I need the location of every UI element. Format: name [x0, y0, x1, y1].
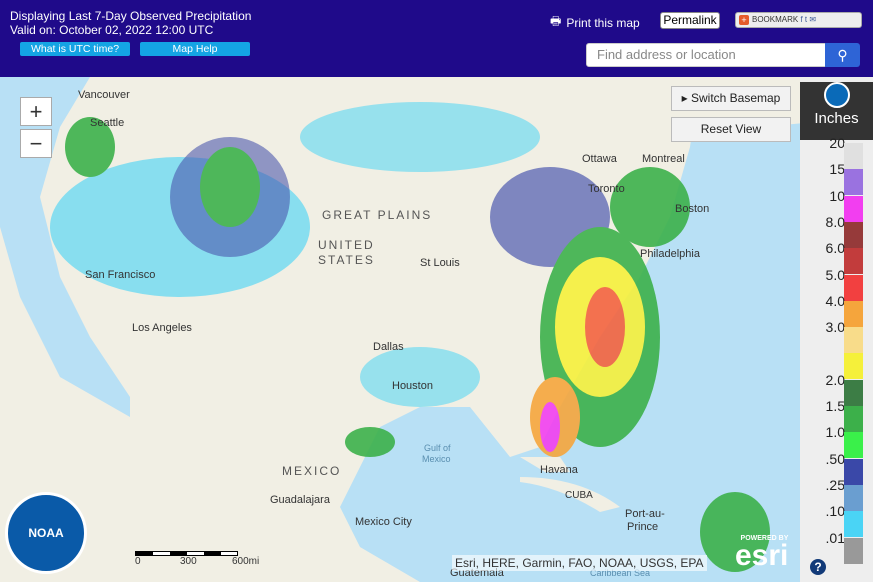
legend-label: 10: [829, 187, 845, 204]
map-help-button[interactable]: Map Help: [140, 42, 250, 56]
legend-label: 5.0: [825, 266, 845, 283]
search-icon[interactable]: ⚲: [825, 43, 860, 67]
map-label: Philadelphia: [640, 248, 700, 260]
legend-swatch: [844, 353, 863, 380]
map-label: CUBA: [565, 490, 593, 501]
map-label: Prince: [627, 521, 659, 533]
legend-swatch: [844, 484, 863, 511]
legend-swatch: [844, 432, 863, 459]
map-label: Montreal: [642, 153, 685, 165]
printer-icon: 🖶: [550, 14, 562, 28]
legend-swatch: [844, 143, 863, 169]
map-label: GREAT PLAINS: [322, 208, 433, 222]
valid-time: Valid on: October 02, 2022 12:00 UTC: [10, 23, 214, 37]
legend-swatch: [844, 379, 863, 406]
map-label: Havana: [540, 464, 578, 476]
map-label: STATES: [318, 253, 375, 267]
legend-swatch: [844, 221, 863, 248]
legend-label: 6.0: [825, 240, 845, 257]
legend-swatch: [844, 537, 863, 564]
map-label: St Louis: [420, 257, 460, 269]
legend-label: 8.0: [825, 213, 845, 230]
search-input[interactable]: Find address or location: [586, 43, 826, 67]
reset-view-button[interactable]: Reset View: [671, 117, 791, 142]
scale-bar: 0 300 600mi: [135, 551, 265, 568]
scale-label: 600mi: [232, 556, 260, 567]
map-label: Mexico City: [355, 516, 412, 528]
legend-swatch: [844, 169, 863, 196]
legend-label: .10: [825, 503, 845, 520]
utc-time-button[interactable]: What is UTC time?: [20, 42, 130, 56]
noaa-icon: [823, 82, 850, 108]
print-button[interactable]: 🖶 Print this map: [550, 12, 640, 33]
legend-header: Inches: [800, 82, 873, 140]
header: Displaying Last 7-Day Observed Precipita…: [0, 0, 873, 77]
legend-swatch: [844, 327, 863, 354]
zoom-out-button[interactable]: −: [20, 129, 52, 158]
map-label: Mexico: [422, 454, 451, 464]
bookmark-button[interactable]: BOOKMARK f t ✉: [735, 12, 862, 28]
map-label: Ottawa: [582, 153, 617, 165]
legend-swatch: [844, 300, 863, 327]
map-label: MEXICO: [282, 464, 342, 478]
noaa-logo: NOAA: [5, 492, 87, 574]
legend-label: 1.0: [825, 424, 845, 441]
map-label: San Francisco: [85, 269, 156, 281]
permalink-button[interactable]: Permalink: [660, 12, 720, 29]
legend-swatch: [844, 248, 863, 275]
zoom-in-button[interactable]: +: [20, 97, 52, 126]
map[interactable]: + − ▸ Switch Basemap Reset View Vancouve…: [0, 77, 873, 582]
legend-unit: Inches: [814, 110, 859, 127]
map-label: Dallas: [373, 341, 404, 353]
switch-basemap-label: Switch Basemap: [690, 91, 781, 105]
map-label: Gulf of: [424, 443, 451, 453]
map-label: Toronto: [588, 183, 625, 195]
map-label: UNITED: [318, 238, 375, 252]
map-label: Port-au-: [625, 508, 665, 520]
legend-swatch: [844, 274, 863, 301]
page-title: Displaying Last 7-Day Observed Precipita…: [10, 9, 252, 23]
map-label: Guadalajara: [270, 494, 330, 506]
print-label: Print this map: [566, 15, 640, 30]
share-icons: f t ✉: [800, 15, 817, 24]
switch-basemap-button[interactable]: ▸ Switch Basemap: [671, 86, 791, 111]
scale-label: 300: [180, 556, 197, 567]
legend-label: 15: [829, 161, 845, 178]
legend-item: 3.0: [800, 319, 873, 354]
map-label: Vancouver: [78, 89, 130, 101]
legend-swatch: [844, 195, 863, 222]
help-icon[interactable]: ?: [810, 559, 826, 575]
map-label: Boston: [675, 203, 710, 215]
esri-logo: POWERED BY esri: [735, 535, 789, 572]
legend: Inches 2015108.06.05.04.03.0.2.01.51.0.5…: [800, 77, 873, 582]
legend-label: 1.5: [825, 398, 845, 414]
attribution: Esri, HERE, Garmin, FAO, NOAA, USGS, EPA: [452, 555, 707, 571]
legend-label: .01: [825, 529, 845, 546]
map-label: Los Angeles: [132, 322, 192, 334]
map-label: Houston: [392, 380, 433, 392]
bookmark-label: BOOKMARK: [752, 15, 799, 24]
legend-label: 20: [829, 135, 845, 151]
legend-label: 2.0: [825, 371, 845, 388]
basemap: [0, 77, 870, 582]
legend-label: 4.0: [825, 292, 845, 309]
legend-swatch: [844, 406, 863, 432]
legend-label: .25: [825, 476, 845, 493]
legend-item: .01: [800, 530, 873, 564]
legend-label: 3.0: [825, 319, 845, 336]
scale-label: 0: [135, 556, 141, 567]
map-label: Seattle: [90, 117, 125, 129]
legend-swatch: [844, 458, 863, 485]
legend-label: .50: [825, 450, 845, 467]
legend-swatch: [844, 511, 863, 538]
